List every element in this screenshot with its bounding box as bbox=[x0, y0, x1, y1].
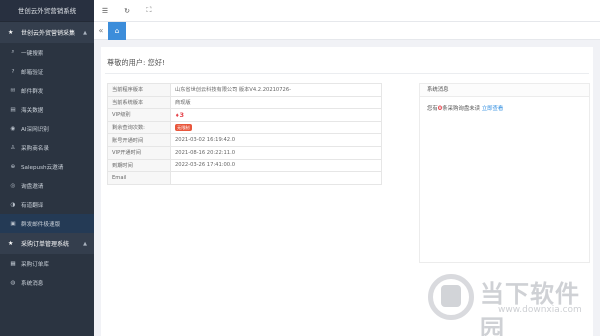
sidebar-item-label: 邮件群发 bbox=[21, 88, 44, 95]
sidebar-item-label: 一键搜索 bbox=[21, 50, 44, 57]
search-icon: ⌕ bbox=[11, 49, 15, 55]
tab-home[interactable]: ⌂ bbox=[108, 21, 126, 40]
top-toolbar: ☰ ↻ ⛶ bbox=[94, 0, 600, 22]
sidebar-item-order-library[interactable]: ▦ 采购订单库 bbox=[0, 254, 94, 273]
home-icon: ⌂ bbox=[114, 26, 120, 35]
sidebar-group-orders[interactable]: ★ 采购订单管理系统 ▲ bbox=[0, 233, 94, 254]
sidebar-item-label: 邮箱验证 bbox=[21, 69, 44, 76]
row-label: 当前程序版本 bbox=[107, 83, 171, 97]
sidebar-item-mass-mail-fast[interactable]: ▣ 群发邮件极速版 bbox=[0, 214, 94, 233]
sidebar-group-label: 采购订单管理系统 bbox=[21, 241, 70, 248]
row-label: 剩余查询次数: bbox=[107, 120, 171, 135]
divider bbox=[105, 73, 589, 74]
system-messages-box: 系统消息 您有0条采购询盘未读 立即查看 bbox=[419, 83, 590, 263]
list-icon: ▣ bbox=[10, 220, 16, 227]
bell-icon: ◍ bbox=[10, 279, 16, 286]
star-icon: ★ bbox=[8, 240, 14, 247]
globe-icon: ⊕ bbox=[10, 163, 16, 170]
messages-body: 您有0条采购询盘未读 立即查看 bbox=[420, 97, 589, 112]
chevron-up-icon: ▲ bbox=[83, 29, 87, 36]
row-value: 2022-03-26 17:41:00.0 bbox=[170, 158, 382, 173]
star-icon: ★ bbox=[8, 29, 14, 36]
sidebar-item-youdao-translate[interactable]: ◑ 有道翻译 bbox=[0, 195, 94, 214]
refresh-icon[interactable]: ↻ bbox=[116, 7, 138, 15]
folder-icon: ▦ bbox=[10, 260, 16, 267]
sidebar-item-buyer-directory[interactable]: ♙ 采购商名录 bbox=[0, 138, 94, 157]
sidebar-group-label: 世创云外贸营销采集 bbox=[21, 30, 76, 37]
sidebar-item-label: 海关数据 bbox=[21, 107, 44, 114]
sidebar-item-mass-mail[interactable]: ✉ 邮件群发 bbox=[0, 81, 94, 100]
row-label: VIP开通时间 bbox=[107, 145, 171, 160]
view-now-link[interactable]: 立即查看 bbox=[482, 106, 504, 112]
question-icon: ? bbox=[11, 68, 15, 75]
messages-prefix: 您有 bbox=[427, 106, 438, 112]
table-row: VIP级别 ♦3 bbox=[107, 108, 382, 122]
sidebar-item-salepush[interactable]: ⊕ Salepush云邀请 bbox=[0, 157, 94, 176]
chart-icon: ▤ bbox=[10, 106, 16, 113]
sidebar-item-inquiry-invite[interactable]: ◎ 询盘邀请 bbox=[0, 176, 94, 195]
sidebar-item-label: 询盘邀请 bbox=[21, 183, 44, 190]
sidebar-item-customs-data[interactable]: ▤ 海关数据 bbox=[0, 100, 94, 119]
messages-suffix: 条采购询盘未读 bbox=[442, 106, 480, 112]
row-value: 山东省世创云科技有限公司 版本V4.2.20210726- bbox=[170, 83, 382, 97]
sidebar-item-label: 采购商名录 bbox=[21, 145, 49, 152]
watermark-logo-inner bbox=[441, 285, 461, 307]
row-label: VIP级别 bbox=[107, 108, 171, 122]
row-label: 账号开通时间 bbox=[107, 133, 171, 147]
mail-icon: ✉ bbox=[10, 87, 16, 94]
greeting-title: 尊敬的用户: 您好! bbox=[107, 58, 165, 67]
fullscreen-icon[interactable]: ⛶ bbox=[138, 6, 160, 15]
menu-icon[interactable]: ☰ bbox=[94, 7, 116, 15]
sidebar-item-system-messages[interactable]: ◍ 系统消息 bbox=[0, 273, 94, 292]
sidebar-item-label: 系统消息 bbox=[21, 280, 44, 287]
row-value: 2021-08-16 20:22:11.0 bbox=[170, 145, 382, 160]
sidebar-item-email-verify[interactable]: ? 邮箱验证 bbox=[0, 62, 94, 81]
sidebar-item-label: 有道翻译 bbox=[21, 202, 44, 209]
row-label: 到期时间 bbox=[107, 158, 171, 173]
compass-icon: ◎ bbox=[10, 182, 16, 189]
table-row: 剩余查询次数: 无限制 bbox=[107, 120, 382, 135]
double-chevron-left-icon[interactable]: « bbox=[94, 26, 108, 35]
eye-icon: ◉ bbox=[10, 125, 16, 132]
table-row: 到期时间 2022-03-26 17:41:00.0 bbox=[107, 158, 382, 173]
sidebar-item-label: AI深网识别 bbox=[21, 126, 49, 133]
table-row: 当前程序版本 山东省世创云科技有限公司 版本V4.2.20210726- bbox=[107, 83, 382, 97]
row-label: 当前系统版本 bbox=[107, 95, 171, 110]
table-row: VIP开通时间 2021-08-16 20:22:11.0 bbox=[107, 145, 382, 160]
sidebar-item-label: 采购订单库 bbox=[21, 261, 49, 268]
sidebar-item-ai-deepweb[interactable]: ◉ AI深网识别 bbox=[0, 119, 94, 138]
translate-icon: ◑ bbox=[10, 201, 16, 208]
chevron-up-icon: ▲ bbox=[83, 240, 87, 247]
row-value: 商现版 bbox=[170, 95, 382, 110]
messages-title: 系统消息 bbox=[420, 84, 589, 97]
watermark: 当下软件园 www.downxia.com bbox=[428, 272, 596, 336]
table-row: 当前系统版本 商现版 bbox=[107, 95, 382, 110]
query-count-cell: 无限制 bbox=[170, 120, 382, 135]
row-value bbox=[170, 171, 382, 185]
vip-level: 3 bbox=[179, 110, 185, 119]
status-badge: 无限制 bbox=[175, 124, 192, 132]
user-icon: ♙ bbox=[10, 144, 16, 151]
sidebar-group-marketing[interactable]: ★ 世创云外贸营销采集 ▲ bbox=[0, 22, 94, 43]
vip-level-cell: ♦3 bbox=[170, 108, 382, 122]
table-row: Email bbox=[107, 171, 382, 185]
account-info-table: 当前程序版本 山东省世创云科技有限公司 版本V4.2.20210726- 当前系… bbox=[107, 83, 382, 185]
sidebar-item-label: Salepush云邀请 bbox=[21, 164, 64, 171]
app-title: 世创云外贸营销系统 bbox=[0, 0, 94, 22]
watermark-url: www.downxia.com bbox=[498, 305, 582, 315]
tab-bar: « ⌂ bbox=[94, 21, 600, 40]
sidebar-item-search[interactable]: ⌕ 一键搜索 bbox=[0, 43, 94, 62]
row-value: 2021-03-02 16:19:42.0 bbox=[170, 133, 382, 147]
table-row: 账号开通时间 2021-03-02 16:19:42.0 bbox=[107, 133, 382, 147]
sidebar-item-label: 群发邮件极速版 bbox=[21, 221, 61, 228]
row-label: Email bbox=[107, 171, 171, 185]
sidebar: 世创云外贸营销系统 ★ 世创云外贸营销采集 ▲ ⌕ 一键搜索 ? 邮箱验证 ✉ … bbox=[0, 0, 94, 336]
